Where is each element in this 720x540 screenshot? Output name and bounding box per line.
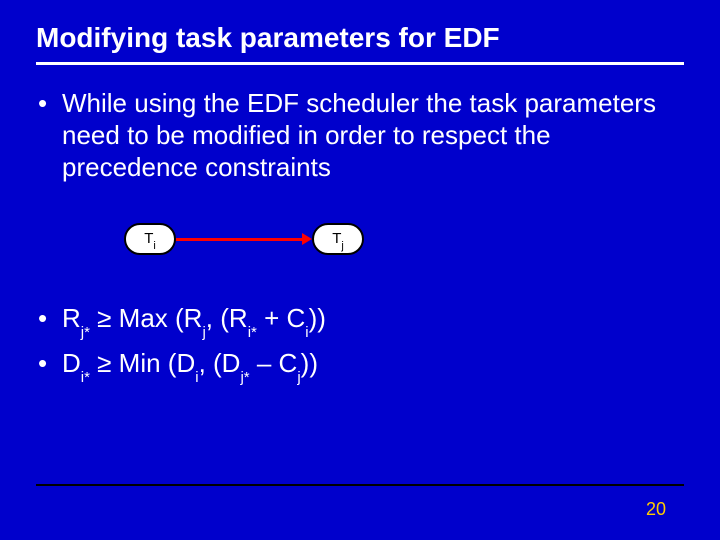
f2-c-sub: j xyxy=(297,369,300,386)
f1-c-sub: i xyxy=(305,324,308,341)
node-tj-base: T xyxy=(332,230,341,247)
f2-lhs-base: D xyxy=(62,348,81,378)
bullet-item-1: • While using the EDF scheduler the task… xyxy=(36,87,684,183)
precedence-diagram: Ti Tj xyxy=(124,223,684,267)
bullet-text-1: While using the EDF scheduler the task p… xyxy=(62,87,684,183)
formula-2: • Di* ≥ Min (Di, (Dj* – Cj)) xyxy=(36,346,684,391)
bullet-glyph: • xyxy=(36,346,62,380)
slide-title: Modifying task parameters for EDF xyxy=(36,22,684,54)
footer-rule xyxy=(36,484,684,486)
f1-b-sub: i* xyxy=(248,324,257,341)
f1-a-sub: j xyxy=(202,324,205,341)
node-tj-sub: j xyxy=(341,240,343,252)
node-ti: Ti xyxy=(124,223,176,255)
formula-list: • Rj* ≥ Max (Rj, (Ri* + Ci)) • Di* ≥ Min… xyxy=(36,301,684,391)
f2-a-sub: i xyxy=(195,369,198,386)
f2-op: ≥ Min (D xyxy=(90,348,195,378)
page-number: 20 xyxy=(646,499,666,520)
title-underline xyxy=(36,62,684,65)
node-ti-sub: i xyxy=(153,240,155,252)
f1-op: ≥ Max (R xyxy=(90,303,203,333)
formula-1: • Rj* ≥ Max (Rj, (Ri* + Ci)) xyxy=(36,301,684,346)
f2-mid2: – C xyxy=(250,348,298,378)
f1-tail: )) xyxy=(309,303,326,333)
bullet-glyph: • xyxy=(36,301,62,335)
f1-lhs-sub: j* xyxy=(81,324,90,341)
arrow-line xyxy=(176,238,304,241)
f2-lhs-sub: i* xyxy=(81,369,90,386)
f2-mid: , (D xyxy=(199,348,241,378)
bullet-glyph: • xyxy=(36,87,62,183)
f2-tail: )) xyxy=(301,348,318,378)
node-tj: Tj xyxy=(312,223,364,255)
f1-lhs-base: R xyxy=(62,303,81,333)
arrow-head-icon xyxy=(302,233,312,245)
f1-mid2: + C xyxy=(257,303,305,333)
formula-1-text: Rj* ≥ Max (Rj, (Ri* + Ci)) xyxy=(62,301,326,346)
f1-mid: , (R xyxy=(206,303,248,333)
formula-2-text: Di* ≥ Min (Di, (Dj* – Cj)) xyxy=(62,346,318,391)
node-ti-base: T xyxy=(144,230,153,247)
f2-b-sub: j* xyxy=(240,369,249,386)
